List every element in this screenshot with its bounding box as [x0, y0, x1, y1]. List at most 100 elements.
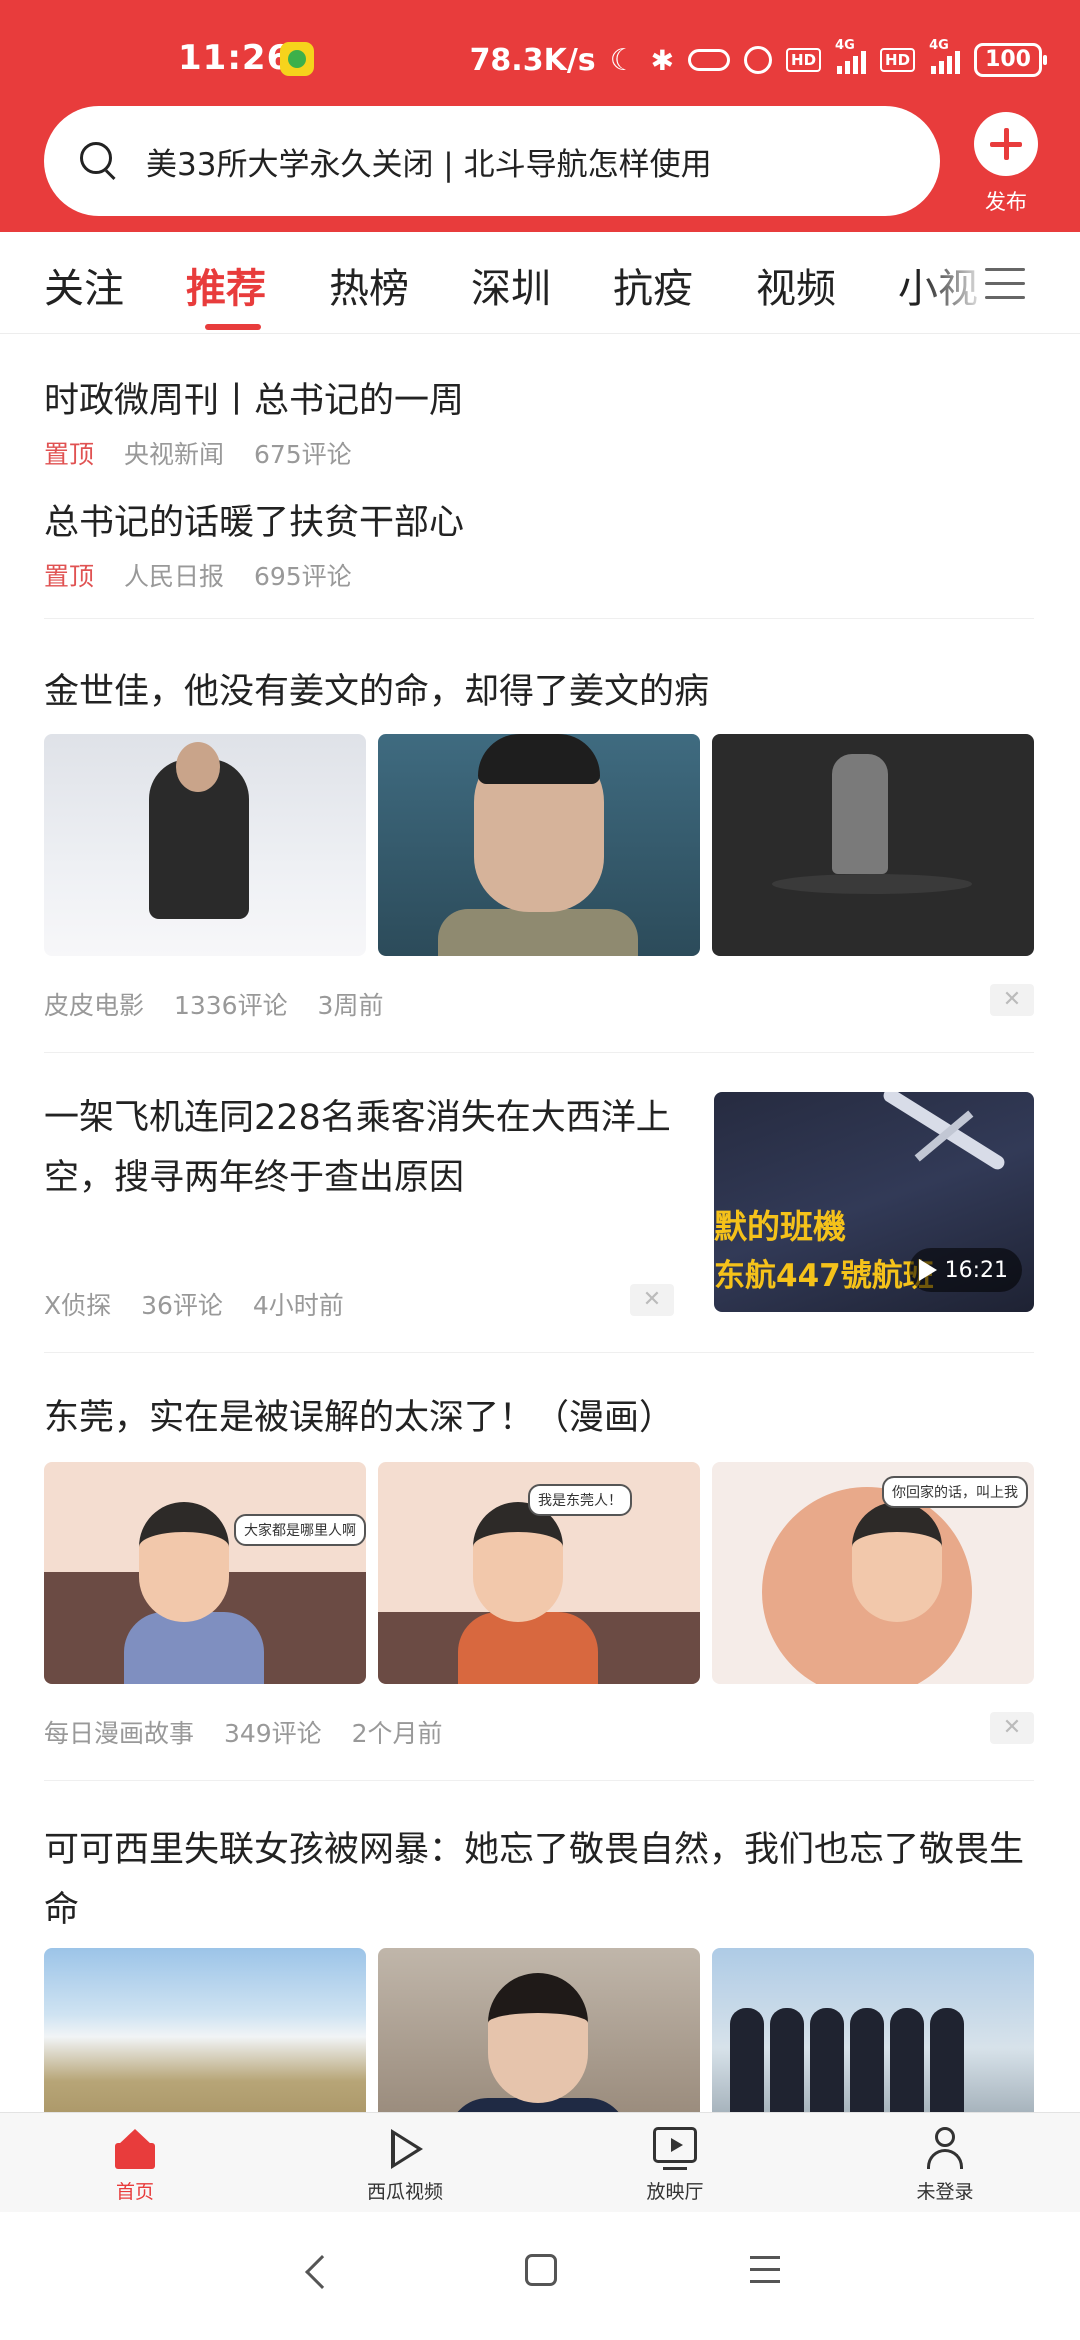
article-image	[44, 1948, 366, 2112]
divider	[44, 1052, 1034, 1053]
tab-follow[interactable]: 关注	[44, 256, 124, 314]
plus-icon	[974, 112, 1038, 176]
pinned-item[interactable]: 总书记的话暖了扶贫干部心 置顶 人民日报 695评论	[44, 494, 464, 593]
source-name: 每日漫画故事	[44, 1719, 195, 1748]
source-name: X侦探	[44, 1291, 112, 1320]
bottom-navigation: 首页 西瓜视频 放映厅 未登录	[0, 2112, 1080, 2212]
pinned-title: 时政微周刊丨总书记的一周	[44, 381, 465, 421]
search-bar[interactable]: 美33所大学永久关闭 | 北斗导航怎样使用	[44, 106, 940, 216]
app-header: 11:26 78.3K/s ☾ ✱ HD 4G HD 4G 100 美33所大学…	[0, 0, 1080, 232]
source-name: 央视新闻	[123, 440, 224, 469]
article-image	[712, 734, 1034, 956]
divider	[44, 1780, 1034, 1781]
search-icon	[80, 142, 118, 180]
tab-shenzhen[interactable]: 深圳	[471, 256, 551, 314]
video-caption: 默的班機	[714, 1207, 846, 1246]
recents-menu-icon[interactable]	[750, 2256, 780, 2292]
article-image	[378, 734, 700, 956]
article-images[interactable]	[44, 734, 1034, 956]
news-feed: 时政微周刊丨总书记的一周 置顶 央视新闻 675评论 总书记的话暖了扶贫干部心 …	[0, 334, 1080, 2112]
video-duration-badge: 16:21	[908, 1248, 1022, 1292]
battery-icon: 100	[974, 43, 1047, 77]
status-bar: 11:26 78.3K/s ☾ ✱ HD 4G HD 4G 100	[0, 0, 1080, 120]
dislike-close-icon[interactable]: ✕	[990, 984, 1034, 1016]
nav-label: 未登录	[916, 2181, 974, 2203]
active-tab-indicator	[205, 324, 261, 330]
dislike-close-icon[interactable]: ✕	[630, 1284, 674, 1316]
net-type: 4G	[929, 38, 949, 53]
source-name: 人民日报	[123, 562, 224, 591]
nav-label: 西瓜视频	[366, 2181, 443, 2203]
comment-count: 36评论	[141, 1291, 223, 1320]
divider	[44, 618, 1034, 619]
article-image	[712, 1948, 1034, 2112]
article-meta: X侦探 36评论 4小时前	[44, 1286, 366, 1322]
comment-count: 695评论	[253, 562, 352, 591]
home-square-icon[interactable]	[525, 2254, 557, 2286]
hd-badge: HD	[786, 48, 822, 72]
publish-time: 2个月前	[351, 1719, 443, 1748]
publish-time: 3周前	[317, 991, 384, 1020]
play-icon	[381, 2125, 429, 2173]
play-icon	[918, 1259, 937, 1281]
article-title[interactable]: 金世佳，他没有姜文的命，却得了姜文的病	[44, 662, 1034, 722]
nav-home[interactable]: 首页	[55, 2125, 215, 2204]
article-images[interactable]: 大家都是哪里人啊 我是东莞人！ 你回家的话，叫上我	[44, 1462, 1034, 1684]
channel-tabs: 关注 推荐 热榜 深圳 抗疫 视频 小视	[0, 232, 1080, 334]
pinned-meta: 置顶 央视新闻 675评论	[44, 435, 464, 471]
channel-menu-icon[interactable]	[985, 268, 1025, 300]
article-image: 大家都是哪里人啊	[44, 1462, 366, 1684]
dislike-close-icon[interactable]: ✕	[990, 1712, 1034, 1744]
article-meta: 皮皮电影 1336评论 3周前	[44, 986, 405, 1022]
system-navigation-bar	[0, 2212, 1080, 2340]
article-image: 你回家的话，叫上我	[712, 1462, 1034, 1684]
speech-bubble: 大家都是哪里人啊	[234, 1514, 366, 1546]
search-suggestion-text: 美33所大学永久关闭 | 北斗导航怎样使用	[146, 146, 712, 183]
article-image: 我是东莞人！	[378, 1462, 700, 1684]
video-thumbnail[interactable]: 默的班機 东航447號航班 16:21	[714, 1092, 1034, 1312]
article-image	[44, 734, 366, 956]
pinned-tag: 置顶	[44, 562, 95, 591]
user-icon	[921, 2125, 969, 2173]
publish-label: 发布	[985, 190, 1027, 214]
vibrate-icon	[688, 49, 731, 71]
signal-icon: 4G	[835, 38, 867, 74]
tab-recommend[interactable]: 推荐	[186, 256, 266, 314]
pinned-tag: 置顶	[44, 440, 95, 469]
comment-count: 349评论	[223, 1719, 322, 1748]
divider	[44, 1352, 1034, 1353]
tab-hot[interactable]: 热榜	[329, 256, 409, 314]
back-icon[interactable]	[305, 2255, 339, 2289]
nav-cinema[interactable]: 放映厅	[595, 2125, 755, 2204]
home-icon	[111, 2125, 159, 2173]
article-image	[378, 1948, 700, 2112]
nav-label: 首页	[115, 2181, 154, 2203]
video-duration: 16:21	[944, 1257, 1008, 1283]
article-title[interactable]: 一架飞机连同228名乘客消失在大西洋上空，搜寻两年终于查出原因	[44, 1088, 684, 1208]
nav-label: 放映厅	[646, 2181, 704, 2203]
publish-button[interactable]: 发布	[970, 112, 1042, 216]
tab-video[interactable]: 视频	[756, 256, 836, 314]
nav-xigua-video[interactable]: 西瓜视频	[325, 2125, 485, 2204]
pinned-title: 总书记的话暖了扶贫干部心	[44, 503, 465, 543]
alarm-icon	[744, 46, 773, 74]
bluetooth-icon: ✱	[650, 43, 675, 77]
article-title[interactable]: 东莞，实在是被误解的太深了！（漫画）	[44, 1388, 1034, 1448]
moon-icon: ☾	[609, 42, 637, 78]
hd-badge: HD	[880, 48, 916, 72]
signal-icon: 4G	[929, 38, 961, 74]
publish-time: 4小时前	[252, 1291, 344, 1320]
pinned-item[interactable]: 时政微周刊丨总书记的一周 置顶 央视新闻 675评论	[44, 372, 464, 471]
source-name: 皮皮电影	[44, 991, 145, 1020]
tv-icon	[651, 2125, 699, 2173]
speech-bubble: 你回家的话，叫上我	[882, 1476, 1028, 1508]
pinned-meta: 置顶 人民日报 695评论	[44, 557, 464, 593]
network-speed: 78.3K/s	[469, 42, 596, 78]
comment-count: 1336评论	[173, 991, 288, 1020]
net-type: 4G	[835, 38, 855, 53]
nav-profile[interactable]: 未登录	[865, 2125, 1025, 2204]
tab-anti-epidemic[interactable]: 抗疫	[613, 256, 693, 314]
article-images[interactable]	[44, 1948, 1034, 2112]
video-caption: 东航447號航班	[714, 1258, 934, 1294]
article-title[interactable]: 可可西里失联女孩被网暴：她忘了敬畏自然，我们也忘了敬畏生命	[44, 1820, 1044, 1940]
